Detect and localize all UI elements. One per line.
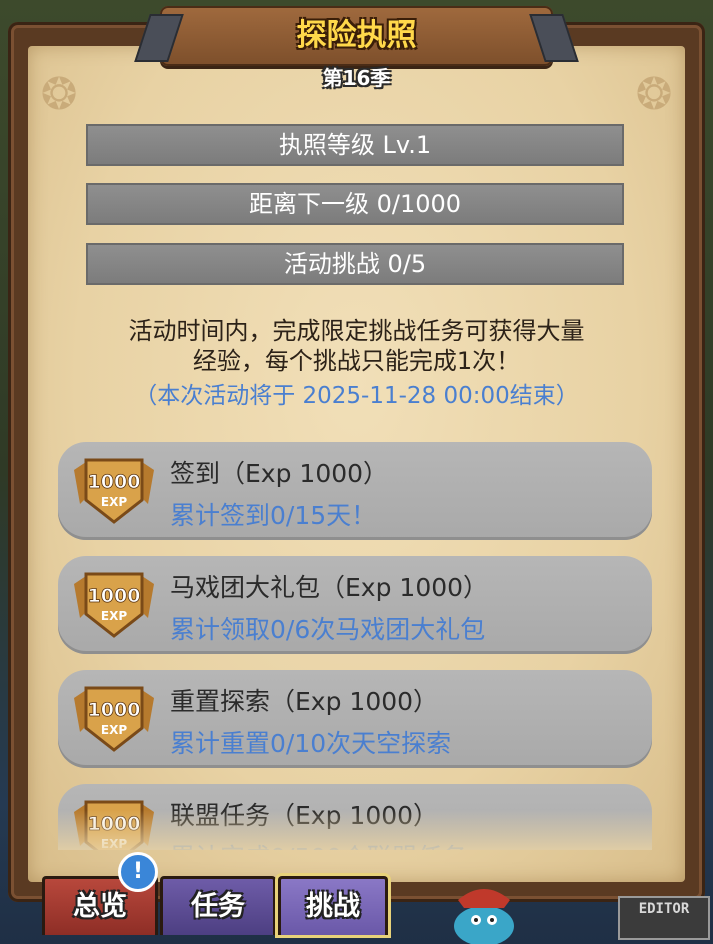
next-level-progress-bar: 距离下一级 0/1000 xyxy=(86,183,624,225)
medal-value: 1000 xyxy=(88,699,141,721)
task-progress: 累计完成0/500个联盟任务 xyxy=(170,838,467,850)
medal-unit: EXP xyxy=(101,723,127,737)
exp-medal-icon: 1000 EXP xyxy=(74,572,154,638)
description-line: 活动时间内，完成限定挑战任务可获得大量 xyxy=(128,317,585,345)
license-level-bar: 执照等级 Lv.1 xyxy=(86,124,624,166)
medal-unit: EXP xyxy=(101,837,127,850)
task-item-reset-explore[interactable]: 1000 EXP 重置探索（Exp 1000） 累计重置0/10次天空探索 xyxy=(58,670,652,768)
task-list[interactable]: 1000 EXP 签到（Exp 1000） 累计签到0/15天！ 1000 EX… xyxy=(58,442,652,850)
medal-value: 1000 xyxy=(88,471,141,493)
event-description: 活动时间内，完成限定挑战任务可获得大量 经验，每个挑战只能完成1次！ xyxy=(60,316,653,376)
exp-medal-icon: 1000 EXP xyxy=(74,800,154,850)
task-item-circus-pack[interactable]: 1000 EXP 马戏团大礼包（Exp 1000） 累计领取0/6次马戏团大礼包 xyxy=(58,556,652,654)
event-challenge-bar: 活动挑战 0/5 xyxy=(86,243,624,285)
task-item-checkin[interactable]: 1000 EXP 签到（Exp 1000） 累计签到0/15天！ xyxy=(58,442,652,540)
medal-value: 1000 xyxy=(88,813,141,835)
task-title: 签到（Exp 1000） xyxy=(170,459,389,488)
exp-medal-icon: 1000 EXP xyxy=(74,686,154,752)
medal-unit: EXP xyxy=(101,609,127,623)
task-title: 联盟任务（Exp 1000） xyxy=(170,801,439,830)
event-end-note: （本次活动将于 2025-11-28 00:00结束） xyxy=(134,383,579,409)
editor-badge[interactable]: EDITOR xyxy=(618,896,710,940)
task-progress: 累计签到0/15天！ xyxy=(170,501,377,530)
pirate-mascot-icon[interactable] xyxy=(444,878,524,944)
season-label: 第16季 xyxy=(322,66,391,90)
task-progress: 累计领取0/6次马戏团大礼包 xyxy=(170,615,486,644)
page-title: 探险执照 xyxy=(296,18,417,53)
task-title: 马戏团大礼包（Exp 1000） xyxy=(170,573,489,602)
tab-tasks[interactable]: 任务 xyxy=(160,876,276,935)
task-item-alliance[interactable]: 1000 EXP 联盟任务（Exp 1000） 累计完成0/500个联盟任务 xyxy=(58,784,652,850)
task-progress: 累计重置0/10次天空探索 xyxy=(170,729,452,758)
task-title: 重置探索（Exp 1000） xyxy=(170,687,439,716)
medal-unit: EXP xyxy=(101,495,127,509)
medal-value: 1000 xyxy=(88,585,141,607)
alert-icon: ! xyxy=(118,852,158,892)
tab-challenge[interactable]: 挑战 xyxy=(278,876,388,935)
exp-medal-icon: 1000 EXP xyxy=(74,458,154,524)
description-line: 经验，每个挑战只能完成1次！ xyxy=(192,347,521,375)
